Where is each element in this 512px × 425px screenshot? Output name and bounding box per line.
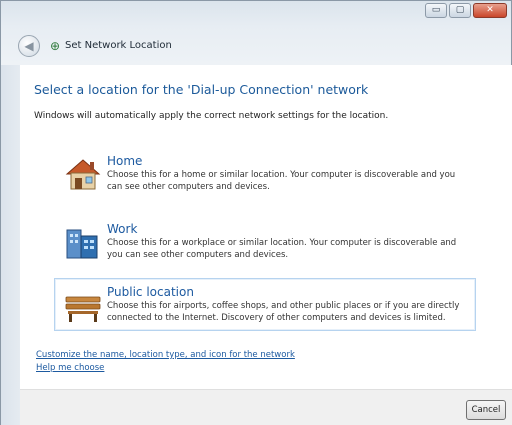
page-heading: Select a location for the 'Dial-up Conne… xyxy=(34,82,369,97)
maximize-button[interactable]: ▢ xyxy=(449,3,471,18)
minimize-button[interactable]: ▭ xyxy=(425,3,447,18)
option-work[interactable]: Work Choose this for a workplace or simi… xyxy=(54,215,476,268)
option-home-description: Choose this for a home or similar locati… xyxy=(107,170,456,192)
caption-buttons: ▭ ▢ ✕ xyxy=(425,3,507,18)
title-bar: ▭ ▢ ✕ ◀ ⊕ Set Network Location xyxy=(1,1,511,65)
option-home[interactable]: Home Choose this for a home or similar l… xyxy=(54,147,476,200)
dialog-window: ▭ ▢ ✕ ◀ ⊕ Set Network Location Select a … xyxy=(0,0,512,425)
close-button[interactable]: ✕ xyxy=(473,3,507,18)
dialog-footer: Cancel xyxy=(20,389,512,425)
option-public-title: Public location xyxy=(107,285,194,299)
window-left-edge xyxy=(1,65,20,425)
option-work-title: Work xyxy=(107,222,138,236)
cancel-button[interactable]: Cancel xyxy=(466,400,506,420)
option-home-title: Home xyxy=(107,154,143,168)
window-title: Set Network Location xyxy=(65,40,172,51)
network-icon: ⊕ xyxy=(49,39,61,53)
customize-network-link[interactable]: Customize the name, location type, and i… xyxy=(36,350,295,360)
public-bench-icon xyxy=(65,296,101,322)
content-area: Select a location for the 'Dial-up Conne… xyxy=(20,65,512,389)
back-arrow-icon[interactable]: ◀ xyxy=(18,35,40,57)
option-public-description: Choose this for airports, coffee shops, … xyxy=(107,301,460,323)
option-work-description: Choose this for a workplace or similar l… xyxy=(107,238,457,260)
option-public-location[interactable]: Public location Choose this for airports… xyxy=(54,278,476,331)
page-subtext: Windows will automatically apply the cor… xyxy=(34,111,389,121)
home-icon xyxy=(65,159,101,190)
help-me-choose-link[interactable]: Help me choose xyxy=(36,363,104,373)
work-icon xyxy=(66,229,98,259)
